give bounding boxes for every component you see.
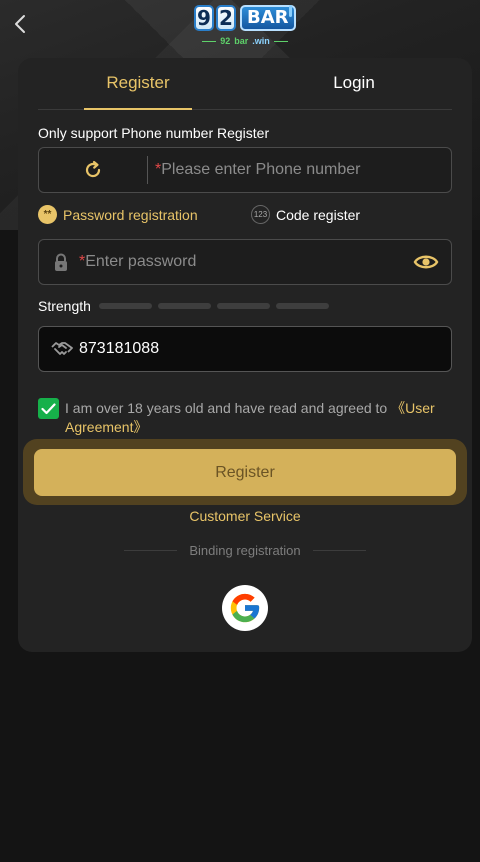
phone-placeholder: Please enter Phone number xyxy=(161,161,361,178)
password-placeholder: Enter password xyxy=(85,253,197,270)
customer-service-link[interactable]: Customer Service xyxy=(18,508,472,524)
password-mode-icon: ** xyxy=(38,205,57,224)
phone-field[interactable]: *Please enter Phone number xyxy=(38,147,452,193)
eye-icon[interactable] xyxy=(413,251,439,273)
password-strength-meter: Strength xyxy=(38,298,338,314)
code-register-option[interactable]: 123 Code register xyxy=(251,205,360,224)
lock-icon xyxy=(51,252,71,272)
logo-digit: 9 xyxy=(194,5,214,31)
logo-antenna xyxy=(289,5,292,17)
password-registration-option[interactable]: ** Password registration xyxy=(38,205,198,224)
agreement-text: I am over 18 years old and have read and… xyxy=(65,400,435,435)
agreement-checkbox[interactable] xyxy=(38,398,59,419)
logo-digit: 2 xyxy=(216,5,236,31)
auth-tabs: Register Login xyxy=(38,58,452,110)
support-label: Only support Phone number Register xyxy=(38,125,270,141)
registration-mode-selector: ** Password registration 123 Code regist… xyxy=(38,205,452,227)
invite-code-field[interactable]: 873181088 xyxy=(38,326,452,372)
password-field[interactable]: *Enter password xyxy=(38,239,452,285)
brand-logo: 9 2 BAR 92 bar .win xyxy=(194,3,298,49)
code-register-label: Code register xyxy=(276,206,361,223)
handshake-icon xyxy=(51,339,73,359)
refresh-icon xyxy=(85,160,101,178)
password-registration-label: Password registration xyxy=(63,206,198,223)
chevron-left-icon xyxy=(15,15,25,33)
binding-divider: Binding registration xyxy=(124,542,367,558)
tab-register[interactable]: Register xyxy=(84,58,192,110)
strength-label: Strength xyxy=(38,298,91,314)
back-button[interactable] xyxy=(8,10,32,38)
country-code-selector[interactable] xyxy=(39,148,147,192)
register-card: Register Login Only support Phone number… xyxy=(18,58,472,652)
strength-bar-segment xyxy=(158,303,211,309)
strength-bar-segment xyxy=(99,303,152,309)
invite-code-input[interactable]: 873181088 xyxy=(79,327,159,371)
code-mode-icon: 123 xyxy=(251,205,270,224)
google-icon xyxy=(230,593,260,623)
logo-word: BAR xyxy=(240,5,296,31)
logo-subtitle: 92 bar .win xyxy=(202,36,288,46)
register-button[interactable]: Register xyxy=(34,449,456,496)
google-login-button[interactable] xyxy=(222,585,268,631)
strength-bar-segment xyxy=(276,303,329,309)
binding-registration-label: Binding registration xyxy=(189,542,301,558)
password-input[interactable]: *Enter password xyxy=(79,240,196,284)
phone-input[interactable]: *Please enter Phone number xyxy=(155,148,360,192)
strength-bar-segment xyxy=(217,303,270,309)
field-divider xyxy=(147,156,148,184)
check-icon xyxy=(41,402,56,414)
tab-login[interactable]: Login xyxy=(300,58,408,110)
